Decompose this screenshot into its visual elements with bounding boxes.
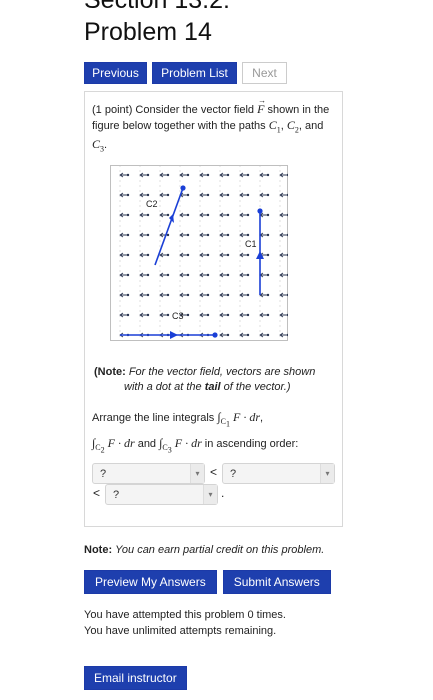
path-c3-end-dot (212, 332, 218, 338)
section-title: Section 13.2: (84, 0, 230, 14)
problem-box: (1 point) Consider the vector field F → s… (84, 91, 343, 527)
problem-title: Problem 14 (84, 18, 212, 46)
integral-c2: ∫C2 F · dr (92, 435, 135, 455)
problem-statement: (1 point) Consider the vector field F → s… (92, 96, 330, 154)
less-than-2: < (93, 486, 101, 500)
attempts-info: You have attempted this problem 0 times.… (84, 607, 286, 639)
next-button[interactable]: Next (242, 62, 287, 84)
path-c2-symbol: C2 (286, 118, 299, 135)
partial-credit-note: Note: You can earn partial credit on thi… (84, 544, 325, 556)
answer-actions: Preview My Answers Submit Answers (84, 570, 331, 594)
problem-list-button[interactable]: Problem List (152, 62, 237, 84)
path-c3-label: C3 (172, 311, 184, 321)
chevron-down-icon: ▾ (203, 485, 217, 504)
submit-answers-button[interactable]: Submit Answers (222, 570, 331, 594)
path-c1-end-dot (257, 208, 263, 214)
chevron-down-icon: ▾ (190, 464, 204, 483)
previous-button[interactable]: Previous (84, 62, 147, 84)
answer-select-2[interactable]: ? ▾ (222, 463, 335, 484)
path-c1-symbol: C1 (268, 118, 281, 135)
path-c3-symbol: C3 (92, 137, 105, 154)
integral-c3: ∫C3 F · dr (159, 435, 202, 455)
integral-c1: ∫C1 F · dr (217, 410, 260, 429)
preview-answers-button[interactable]: Preview My Answers (84, 570, 217, 594)
attempts-remaining: You have unlimited attempts remaining. (84, 625, 277, 637)
vector-field-figure: C2 C1 C3 (110, 165, 288, 341)
answer-select-3[interactable]: ? ▾ (105, 484, 218, 505)
problem-nav: Previous Problem List Next (84, 62, 287, 84)
figure-note: (Note: For the vector field, vectors are… (94, 366, 316, 393)
answer-select-1[interactable]: ? ▾ (92, 463, 205, 484)
less-than-1: < (210, 465, 218, 479)
email-instructor-button[interactable]: Email instructor (84, 666, 187, 690)
attempts-count: You have attempted this problem 0 times. (84, 609, 286, 621)
arrange-instructions: Arrange the line integrals ∫C1 F · dr, ∫… (92, 410, 299, 455)
vector-F-symbol: F → (257, 96, 267, 116)
answer-period: . (221, 486, 225, 500)
path-c2-end-dot (180, 185, 186, 191)
points-label: (1 point) (92, 104, 133, 116)
path-c1-label: C1 (245, 239, 257, 249)
path-c2-label: C2 (146, 199, 158, 209)
chevron-down-icon: ▾ (320, 464, 334, 483)
